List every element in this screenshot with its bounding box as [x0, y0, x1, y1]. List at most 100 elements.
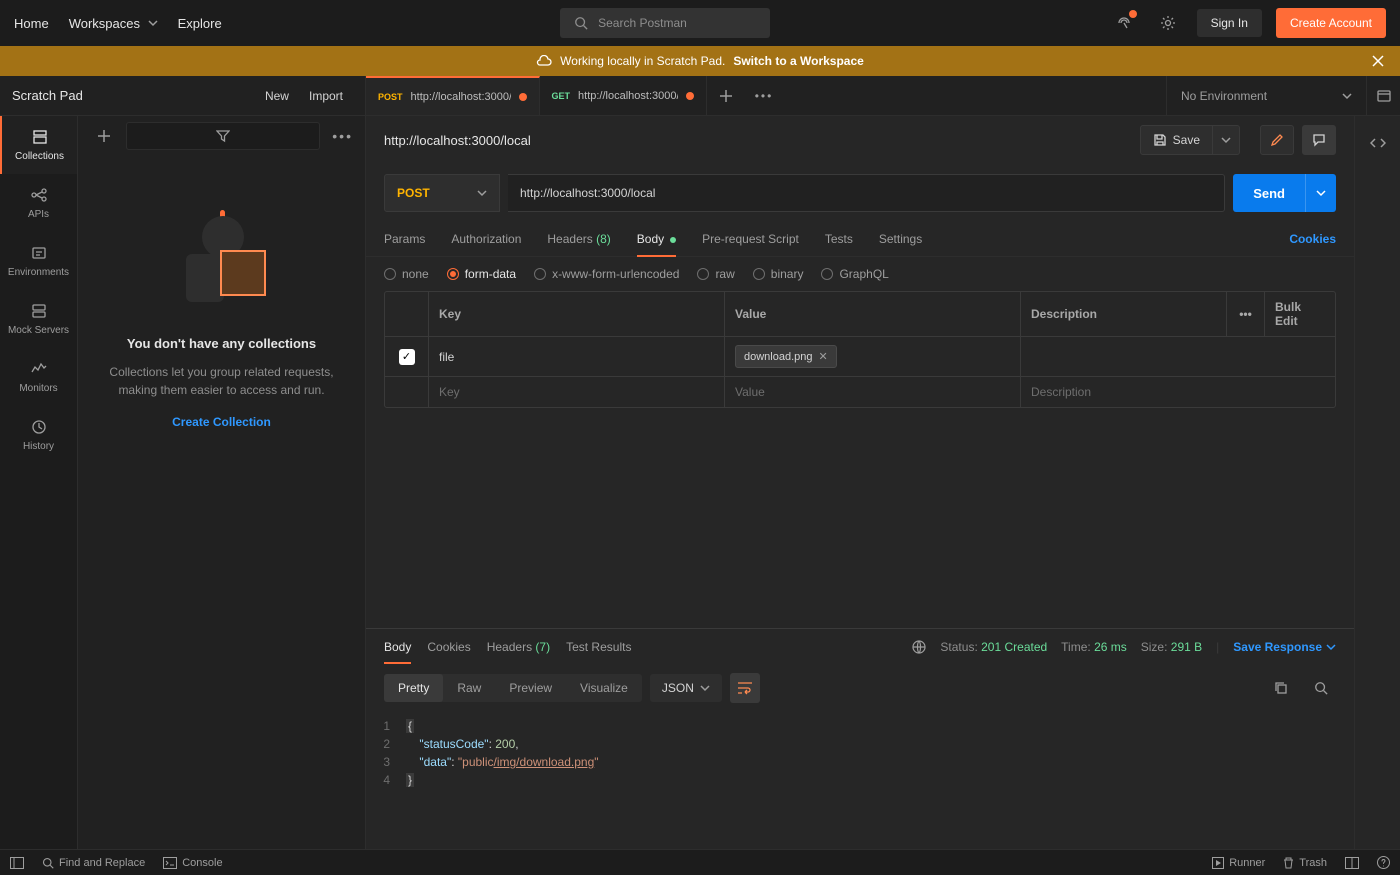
- file-chip: download.png ✕: [735, 345, 837, 368]
- edit-mode-button[interactable]: [1260, 125, 1294, 155]
- save-button[interactable]: Save: [1140, 125, 1213, 155]
- send-dropdown[interactable]: [1305, 174, 1336, 212]
- save-response-button[interactable]: Save Response: [1233, 640, 1336, 654]
- filter-input[interactable]: [126, 122, 320, 150]
- resp-tab-headers[interactable]: Headers (7): [487, 630, 550, 664]
- bodytype-raw[interactable]: raw: [697, 267, 734, 281]
- fmt-raw[interactable]: Raw: [443, 674, 495, 702]
- create-collection-plus-button[interactable]: [90, 122, 118, 150]
- new-button[interactable]: New: [255, 83, 299, 109]
- bodytype-urlencoded[interactable]: x-www-form-urlencoded: [534, 267, 679, 281]
- row-description-input[interactable]: [1021, 337, 1335, 376]
- sidebar-environments[interactable]: Environments: [0, 232, 77, 290]
- nav-workspaces[interactable]: Workspaces: [69, 16, 158, 31]
- sidebar-collections[interactable]: Collections: [0, 116, 77, 174]
- bodytype-none[interactable]: none: [384, 267, 429, 281]
- row-value-input[interactable]: download.png ✕: [725, 337, 1021, 376]
- empty-body: Collections let you group related reques…: [106, 363, 337, 399]
- bodytype-binary[interactable]: binary: [753, 267, 804, 281]
- chevron-down-icon: [1316, 188, 1326, 198]
- eye-icon: [1376, 88, 1392, 104]
- tab-headers[interactable]: Headers (8): [547, 222, 610, 256]
- save-dropdown-button[interactable]: [1213, 125, 1240, 155]
- plus-icon: [97, 129, 111, 143]
- banner-close-button[interactable]: [1372, 55, 1384, 67]
- fmt-pretty[interactable]: Pretty: [384, 674, 443, 702]
- fmt-visualize[interactable]: Visualize: [566, 674, 642, 702]
- chevron-down-icon[interactable]: [1342, 91, 1352, 101]
- runner-button[interactable]: Runner: [1212, 856, 1265, 869]
- code-snippet-button[interactable]: [1363, 128, 1393, 158]
- tab-tests[interactable]: Tests: [825, 222, 853, 256]
- add-tab-button[interactable]: [707, 76, 745, 115]
- method-label: POST: [397, 186, 430, 200]
- help-button[interactable]: [1377, 856, 1390, 869]
- resp-tab-cookies[interactable]: Cookies: [427, 630, 470, 664]
- remove-file-button[interactable]: ✕: [819, 350, 828, 363]
- network-info-button[interactable]: [912, 640, 926, 654]
- sidebar-label: APIs: [28, 209, 49, 220]
- request-name[interactable]: http://localhost:3000/local: [384, 133, 1128, 148]
- tab-prerequest[interactable]: Pre-request Script: [702, 222, 799, 256]
- nav-explore[interactable]: Explore: [178, 16, 222, 31]
- toggle-sidebar-button[interactable]: [10, 857, 24, 869]
- apis-icon: [30, 186, 48, 204]
- tab-body[interactable]: Body: [637, 222, 676, 256]
- bulk-edit-button[interactable]: Bulk Edit: [1265, 292, 1335, 336]
- row-checkbox[interactable]: ✓: [399, 349, 415, 365]
- filter-icon: [216, 129, 230, 143]
- tab-authorization[interactable]: Authorization: [451, 222, 521, 256]
- sidebar-history[interactable]: History: [0, 406, 77, 464]
- gear-icon: [1160, 15, 1176, 31]
- sync-button[interactable]: [1109, 8, 1139, 38]
- panel-options-button[interactable]: •••: [332, 128, 353, 144]
- fmt-preview[interactable]: Preview: [495, 674, 566, 702]
- content-type-select[interactable]: JSON: [650, 674, 722, 702]
- save-icon: [1153, 133, 1167, 147]
- wrap-button[interactable]: [730, 673, 760, 703]
- console-button[interactable]: Console: [163, 857, 222, 869]
- tab-options-button[interactable]: •••: [745, 76, 783, 115]
- trash-button[interactable]: Trash: [1283, 856, 1327, 869]
- bodytype-formdata[interactable]: form-data: [447, 267, 516, 281]
- sidebar-apis[interactable]: APIs: [0, 174, 77, 232]
- comment-mode-button[interactable]: [1302, 125, 1336, 155]
- url-input[interactable]: http://localhost:3000/local: [508, 174, 1225, 212]
- environment-quicklook-button[interactable]: [1366, 76, 1400, 115]
- search-placeholder: Search Postman: [598, 16, 687, 30]
- col-options-button[interactable]: •••: [1227, 292, 1265, 336]
- sidebar-mock-servers[interactable]: Mock Servers: [0, 290, 77, 348]
- bodytype-graphql[interactable]: GraphQL: [821, 267, 888, 281]
- row-key-input[interactable]: file: [429, 337, 725, 376]
- send-button[interactable]: Send: [1233, 174, 1336, 212]
- request-tab-0[interactable]: POST http://localhost:3000/: [366, 76, 540, 115]
- tab-url-label: http://localhost:3000/: [411, 91, 511, 103]
- col-description: Description: [1021, 292, 1227, 336]
- empty-illustration: [172, 216, 272, 316]
- find-and-replace-button[interactable]: Find and Replace: [42, 857, 145, 869]
- search-input[interactable]: Search Postman: [560, 8, 770, 38]
- create-account-button[interactable]: Create Account: [1276, 8, 1386, 38]
- banner-switch-link[interactable]: Switch to a Workspace: [733, 54, 863, 68]
- search-response-button[interactable]: [1306, 673, 1336, 703]
- signin-button[interactable]: Sign In: [1197, 9, 1262, 37]
- response-body[interactable]: 1{ 2 "statusCode": 200, 3 "data": "publi…: [366, 711, 1354, 849]
- tab-settings[interactable]: Settings: [879, 222, 922, 256]
- method-select[interactable]: POST: [384, 174, 500, 212]
- table-row-new[interactable]: Key Value Description: [385, 377, 1335, 407]
- environment-selector[interactable]: No Environment: [1181, 89, 1332, 103]
- play-icon: [1212, 857, 1224, 869]
- tab-params[interactable]: Params: [384, 222, 425, 256]
- nav-home[interactable]: Home: [14, 16, 49, 31]
- layout-button[interactable]: [1345, 856, 1359, 869]
- resp-tab-tests[interactable]: Test Results: [566, 630, 631, 664]
- import-button[interactable]: Import: [299, 83, 353, 109]
- request-tab-1[interactable]: GET http://localhost:3000/p: [540, 76, 708, 115]
- settings-button[interactable]: [1153, 8, 1183, 38]
- resp-tab-body[interactable]: Body: [384, 630, 411, 664]
- create-collection-link[interactable]: Create Collection: [172, 415, 271, 429]
- copy-response-button[interactable]: [1266, 673, 1296, 703]
- sidebar-monitors[interactable]: Monitors: [0, 348, 77, 406]
- cookies-link[interactable]: Cookies: [1289, 222, 1336, 256]
- sidebar-label: Mock Servers: [8, 325, 69, 336]
